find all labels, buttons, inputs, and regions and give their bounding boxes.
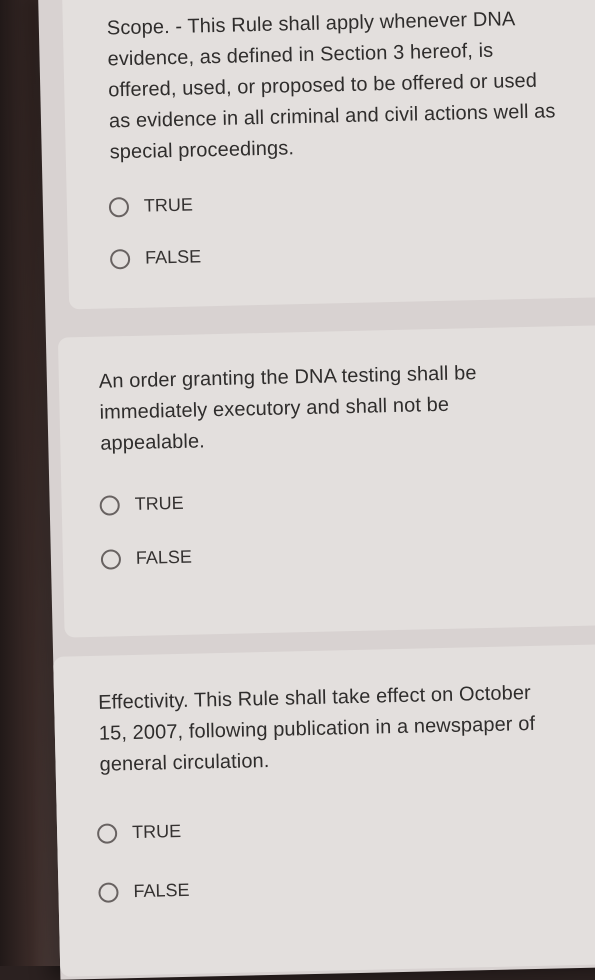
radio-button-unchecked-icon[interactable]: [96, 822, 118, 844]
answer-label: TRUE: [143, 194, 194, 216]
answer-label: FALSE: [135, 546, 193, 568]
question-text: An order granting the DNA testing shall …: [98, 362, 477, 455]
radio-button-unchecked-icon[interactable]: [98, 881, 119, 903]
question-card-effectivity: Effectivity. This Rule shall take effect…: [53, 644, 595, 977]
question-card-dna-testing-order: An order granting the DNA testing shall …: [57, 325, 595, 638]
answer-label: TRUE: [131, 820, 182, 843]
answer-label: FALSE: [144, 246, 202, 268]
answer-option-false[interactable]: FALSE: [109, 246, 202, 269]
answer-option-false[interactable]: FALSE: [98, 879, 190, 903]
question-text: Scope. - This Rule shall apply whenever …: [106, 8, 556, 164]
radio-button-unchecked-icon[interactable]: [109, 248, 131, 269]
quiz-form-screen: Scope. - This Rule shall apply whenever …: [38, 0, 595, 980]
question-text: Effectivity. This Rule shall take effect…: [97, 682, 536, 776]
radio-button-unchecked-icon[interactable]: [100, 548, 122, 570]
radio-button-unchecked-icon[interactable]: [99, 494, 120, 516]
question-card-scope: Scope. - This Rule shall apply whenever …: [61, 0, 595, 310]
answer-option-true[interactable]: TRUE: [108, 194, 194, 218]
answer-option-false[interactable]: FALSE: [100, 546, 193, 570]
answer-option-true[interactable]: TRUE: [96, 820, 182, 844]
answer-label: FALSE: [133, 879, 190, 902]
answer-option-true[interactable]: TRUE: [99, 492, 184, 516]
answer-label: TRUE: [134, 492, 184, 514]
radio-button-unchecked-icon[interactable]: [108, 196, 130, 217]
